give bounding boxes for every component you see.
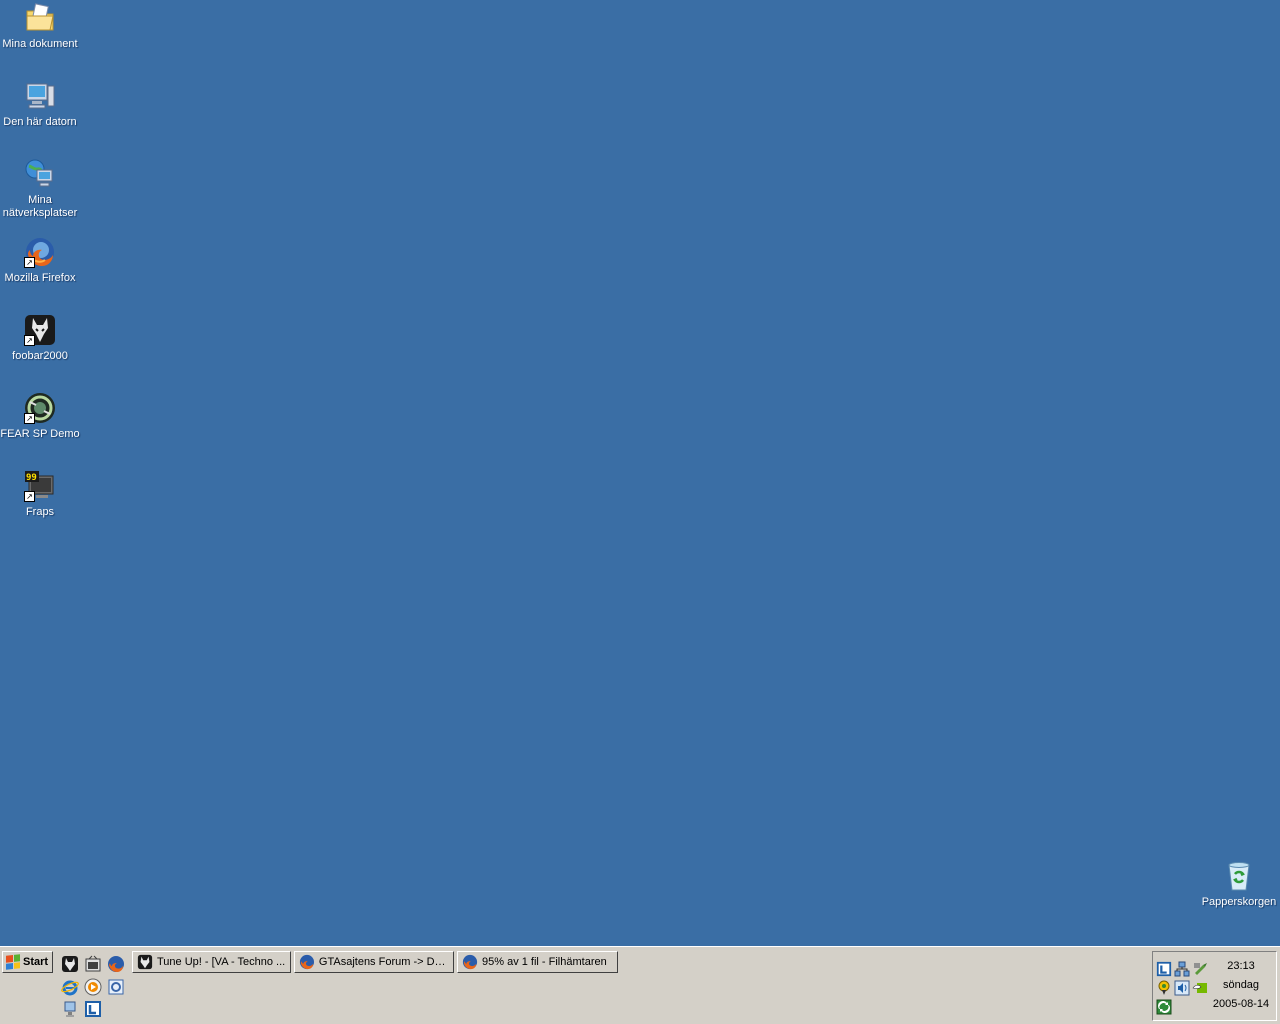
task-button-tune-up[interactable]: Tune Up! - [VA - Techno ... bbox=[132, 951, 291, 973]
shortcut-arrow-icon: ↗ bbox=[24, 335, 35, 346]
task-button-label: 95% av 1 fil - Filhämtaren bbox=[482, 956, 607, 968]
foobar2000-icon bbox=[62, 956, 78, 972]
desktop-icon-my-computer[interactable]: Den här datorn bbox=[0, 80, 80, 129]
quicklaunch-l-app[interactable] bbox=[84, 1000, 102, 1018]
desktop-icon-recycle-bin[interactable]: Papperskorgen bbox=[1199, 860, 1279, 909]
desktop-icon-label: Mina nätverksplatser bbox=[2, 194, 78, 219]
desktop-icon-label: Den här datorn bbox=[3, 116, 77, 128]
firefox-icon bbox=[462, 954, 478, 970]
desktop-icon-my-documents[interactable]: Mina dokument bbox=[0, 2, 80, 51]
quicklaunch-media-player[interactable] bbox=[84, 955, 102, 973]
tray-l-app[interactable] bbox=[1156, 961, 1172, 977]
volume-icon bbox=[1174, 980, 1190, 996]
desktop-icon-fear-demo[interactable]: ↗ FEAR SP Demo bbox=[0, 392, 80, 441]
desktop-icon-network-places[interactable]: Mina nätverksplatser bbox=[0, 158, 80, 220]
start-button[interactable]: Start bbox=[2, 951, 53, 973]
desktop[interactable]: Mina dokument Den här datorn Mina nätver… bbox=[0, 0, 1280, 946]
quicklaunch-foobar2000[interactable] bbox=[61, 955, 79, 973]
task-button-label: GTAsajtens Forum -> Du... bbox=[318, 956, 449, 968]
foobar2000-icon bbox=[137, 954, 153, 970]
desktop-icon-label: Fraps bbox=[25, 506, 55, 518]
desktop-icon-label: Mina dokument bbox=[2, 38, 78, 50]
task-button-gtasajtens-forum[interactable]: GTAsajtens Forum -> Du... bbox=[294, 951, 454, 973]
svg-text:99: 99 bbox=[26, 473, 37, 483]
recycle-bin-icon bbox=[1223, 860, 1255, 892]
clock-date[interactable]: 2005-08-14 bbox=[1205, 998, 1277, 1010]
start-label: Start bbox=[23, 956, 49, 968]
messenger-icon bbox=[1158, 980, 1170, 995]
quicklaunch-desktop[interactable] bbox=[61, 1000, 79, 1018]
update-shield-icon bbox=[1156, 999, 1172, 1015]
task-button-download-manager[interactable]: 95% av 1 fil - Filhämtaren bbox=[457, 951, 618, 973]
firefox-icon bbox=[299, 954, 315, 970]
fear-icon: ↗ bbox=[24, 392, 56, 424]
internet-explorer-icon bbox=[61, 980, 79, 996]
desktop-icon-label: FEAR SP Demo bbox=[0, 428, 80, 440]
windows-media-player-icon bbox=[84, 978, 102, 996]
desktop-icon-firefox[interactable]: ↗ Mozilla Firefox bbox=[0, 236, 80, 285]
outlook-express-icon bbox=[108, 979, 124, 995]
quicklaunch-outlook-express[interactable] bbox=[107, 978, 125, 996]
clock-time[interactable]: 23:13 bbox=[1205, 960, 1277, 972]
tray-volume[interactable] bbox=[1174, 980, 1190, 996]
quicklaunch-windows-media-player[interactable] bbox=[84, 978, 102, 996]
desktop-icon-label: foobar2000 bbox=[12, 350, 68, 362]
folder-documents-icon bbox=[24, 2, 56, 34]
taskbar: Start Tune Up! - [VA - Techno ... GTAsaj… bbox=[0, 946, 1280, 1024]
media-player-icon bbox=[85, 955, 101, 972]
shortcut-arrow-icon: ↗ bbox=[24, 413, 35, 424]
desktop-icon-foobar2000[interactable]: ↗ foobar2000 bbox=[0, 314, 80, 363]
desktop-icon-label: Papperskorgen bbox=[1201, 896, 1277, 908]
clock-day[interactable]: söndag bbox=[1205, 979, 1277, 991]
l-app-icon bbox=[1156, 961, 1172, 977]
system-tray: 23:13 söndag 2005-08-14 bbox=[1152, 951, 1277, 1021]
firefox-icon bbox=[108, 956, 124, 972]
desktop-icon-label: Mozilla Firefox bbox=[4, 272, 76, 284]
network-places-icon bbox=[24, 158, 56, 190]
quicklaunch-internet-explorer[interactable] bbox=[61, 978, 79, 996]
desktop-icon-fraps[interactable]: 99 ↗ Fraps bbox=[0, 470, 80, 519]
my-computer-icon bbox=[24, 80, 56, 112]
shortcut-arrow-icon: ↗ bbox=[24, 491, 35, 502]
show-desktop-icon bbox=[64, 1001, 76, 1017]
firefox-icon: ↗ bbox=[24, 236, 56, 268]
tray-messenger[interactable] bbox=[1156, 980, 1172, 996]
shortcut-arrow-icon: ↗ bbox=[24, 257, 35, 268]
task-button-label: Tune Up! - [VA - Techno ... bbox=[157, 956, 286, 968]
tray-update[interactable] bbox=[1156, 999, 1172, 1015]
l-app-icon bbox=[85, 1001, 101, 1017]
fraps-icon: 99 ↗ bbox=[24, 470, 56, 502]
windows-logo-icon bbox=[6, 954, 20, 970]
tray-network[interactable] bbox=[1174, 961, 1190, 977]
foobar2000-icon: ↗ bbox=[24, 314, 56, 346]
network-icon bbox=[1174, 961, 1190, 977]
quicklaunch-firefox[interactable] bbox=[107, 955, 125, 973]
